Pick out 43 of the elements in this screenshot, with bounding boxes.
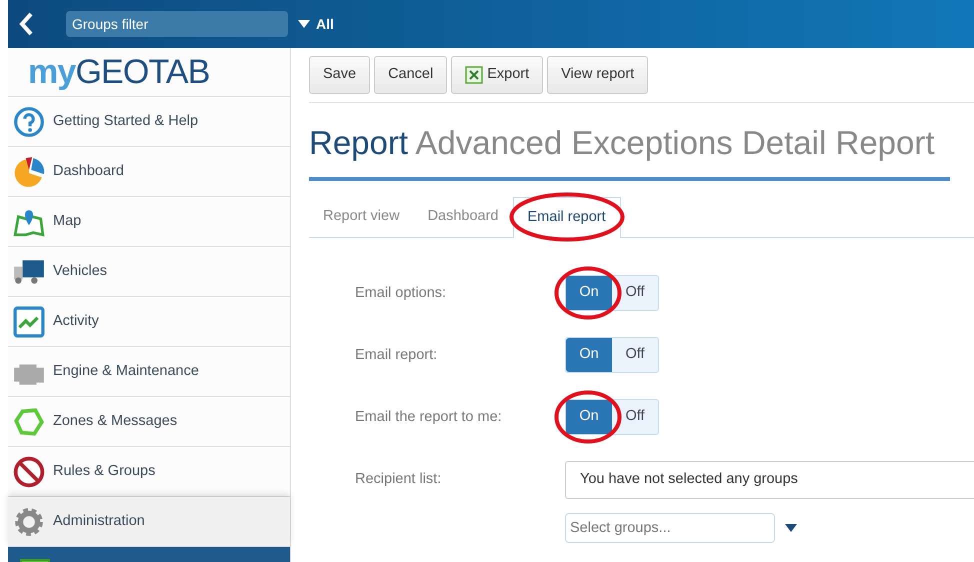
dropdown-arrow-icon[interactable] [785,524,797,532]
on-option[interactable]: On [566,400,612,434]
groups-filter-field[interactable]: Groups filter [66,11,288,37]
sidebar-item[interactable]: Dashboard [8,147,290,197]
toggle-switch[interactable]: On Off [565,337,659,373]
activity-icon [13,306,45,338]
back-icon[interactable] [18,12,34,36]
sidebar-item[interactable]: Getting Started & Help [8,97,290,147]
filter-dropdown[interactable]: All [298,14,334,34]
toolbar-button[interactable]: Cancel [374,56,448,94]
off-option[interactable]: Off [612,276,658,310]
sidebar-item[interactable]: Administration [8,497,290,547]
sidebar-item[interactable]: Vehicles [8,247,290,297]
toolbar-button[interactable]: View report [547,56,648,94]
off-option[interactable]: Off [612,400,658,434]
field-label: Email options: [354,284,448,303]
field-label: Email the report to me: [354,408,503,427]
select-groups-field[interactable]: Select groups... [565,513,775,543]
gear-icon [13,506,45,538]
sidebar-item[interactable]: Map [8,197,290,247]
spreadsheet-icon [465,66,484,84]
zone-icon [13,406,45,438]
off-option[interactable]: Off [612,338,658,372]
pie-chart-icon [13,156,45,188]
on-option[interactable]: On [566,276,612,310]
field-label: Email report: [354,346,438,365]
caret-icon [298,20,310,28]
toolbar-button[interactable]: Export [451,56,544,94]
toolbar-button[interactable]: Save [309,56,370,94]
page-title: Report Advanced Exceptions Detail Report [309,123,936,163]
sidebar-item[interactable]: Engine & Maintenance [8,347,290,397]
toggle-switch[interactable]: On Off [565,399,659,435]
tab[interactable]: Dashboard [414,197,512,237]
on-option[interactable]: On [566,338,612,372]
help-icon [13,106,45,138]
tab[interactable]: Report view [309,197,414,237]
logo: myGEOTAB [28,55,210,89]
field-label: Recipient list: [354,470,442,489]
no-entry-icon [13,456,45,488]
sidebar-item[interactable]: Activity [8,297,290,347]
recipient-list: You have not selected any groups [565,461,974,499]
toggle-switch[interactable]: On Off [565,275,659,311]
sidebar-item[interactable]: Zones & Messages [8,397,290,447]
